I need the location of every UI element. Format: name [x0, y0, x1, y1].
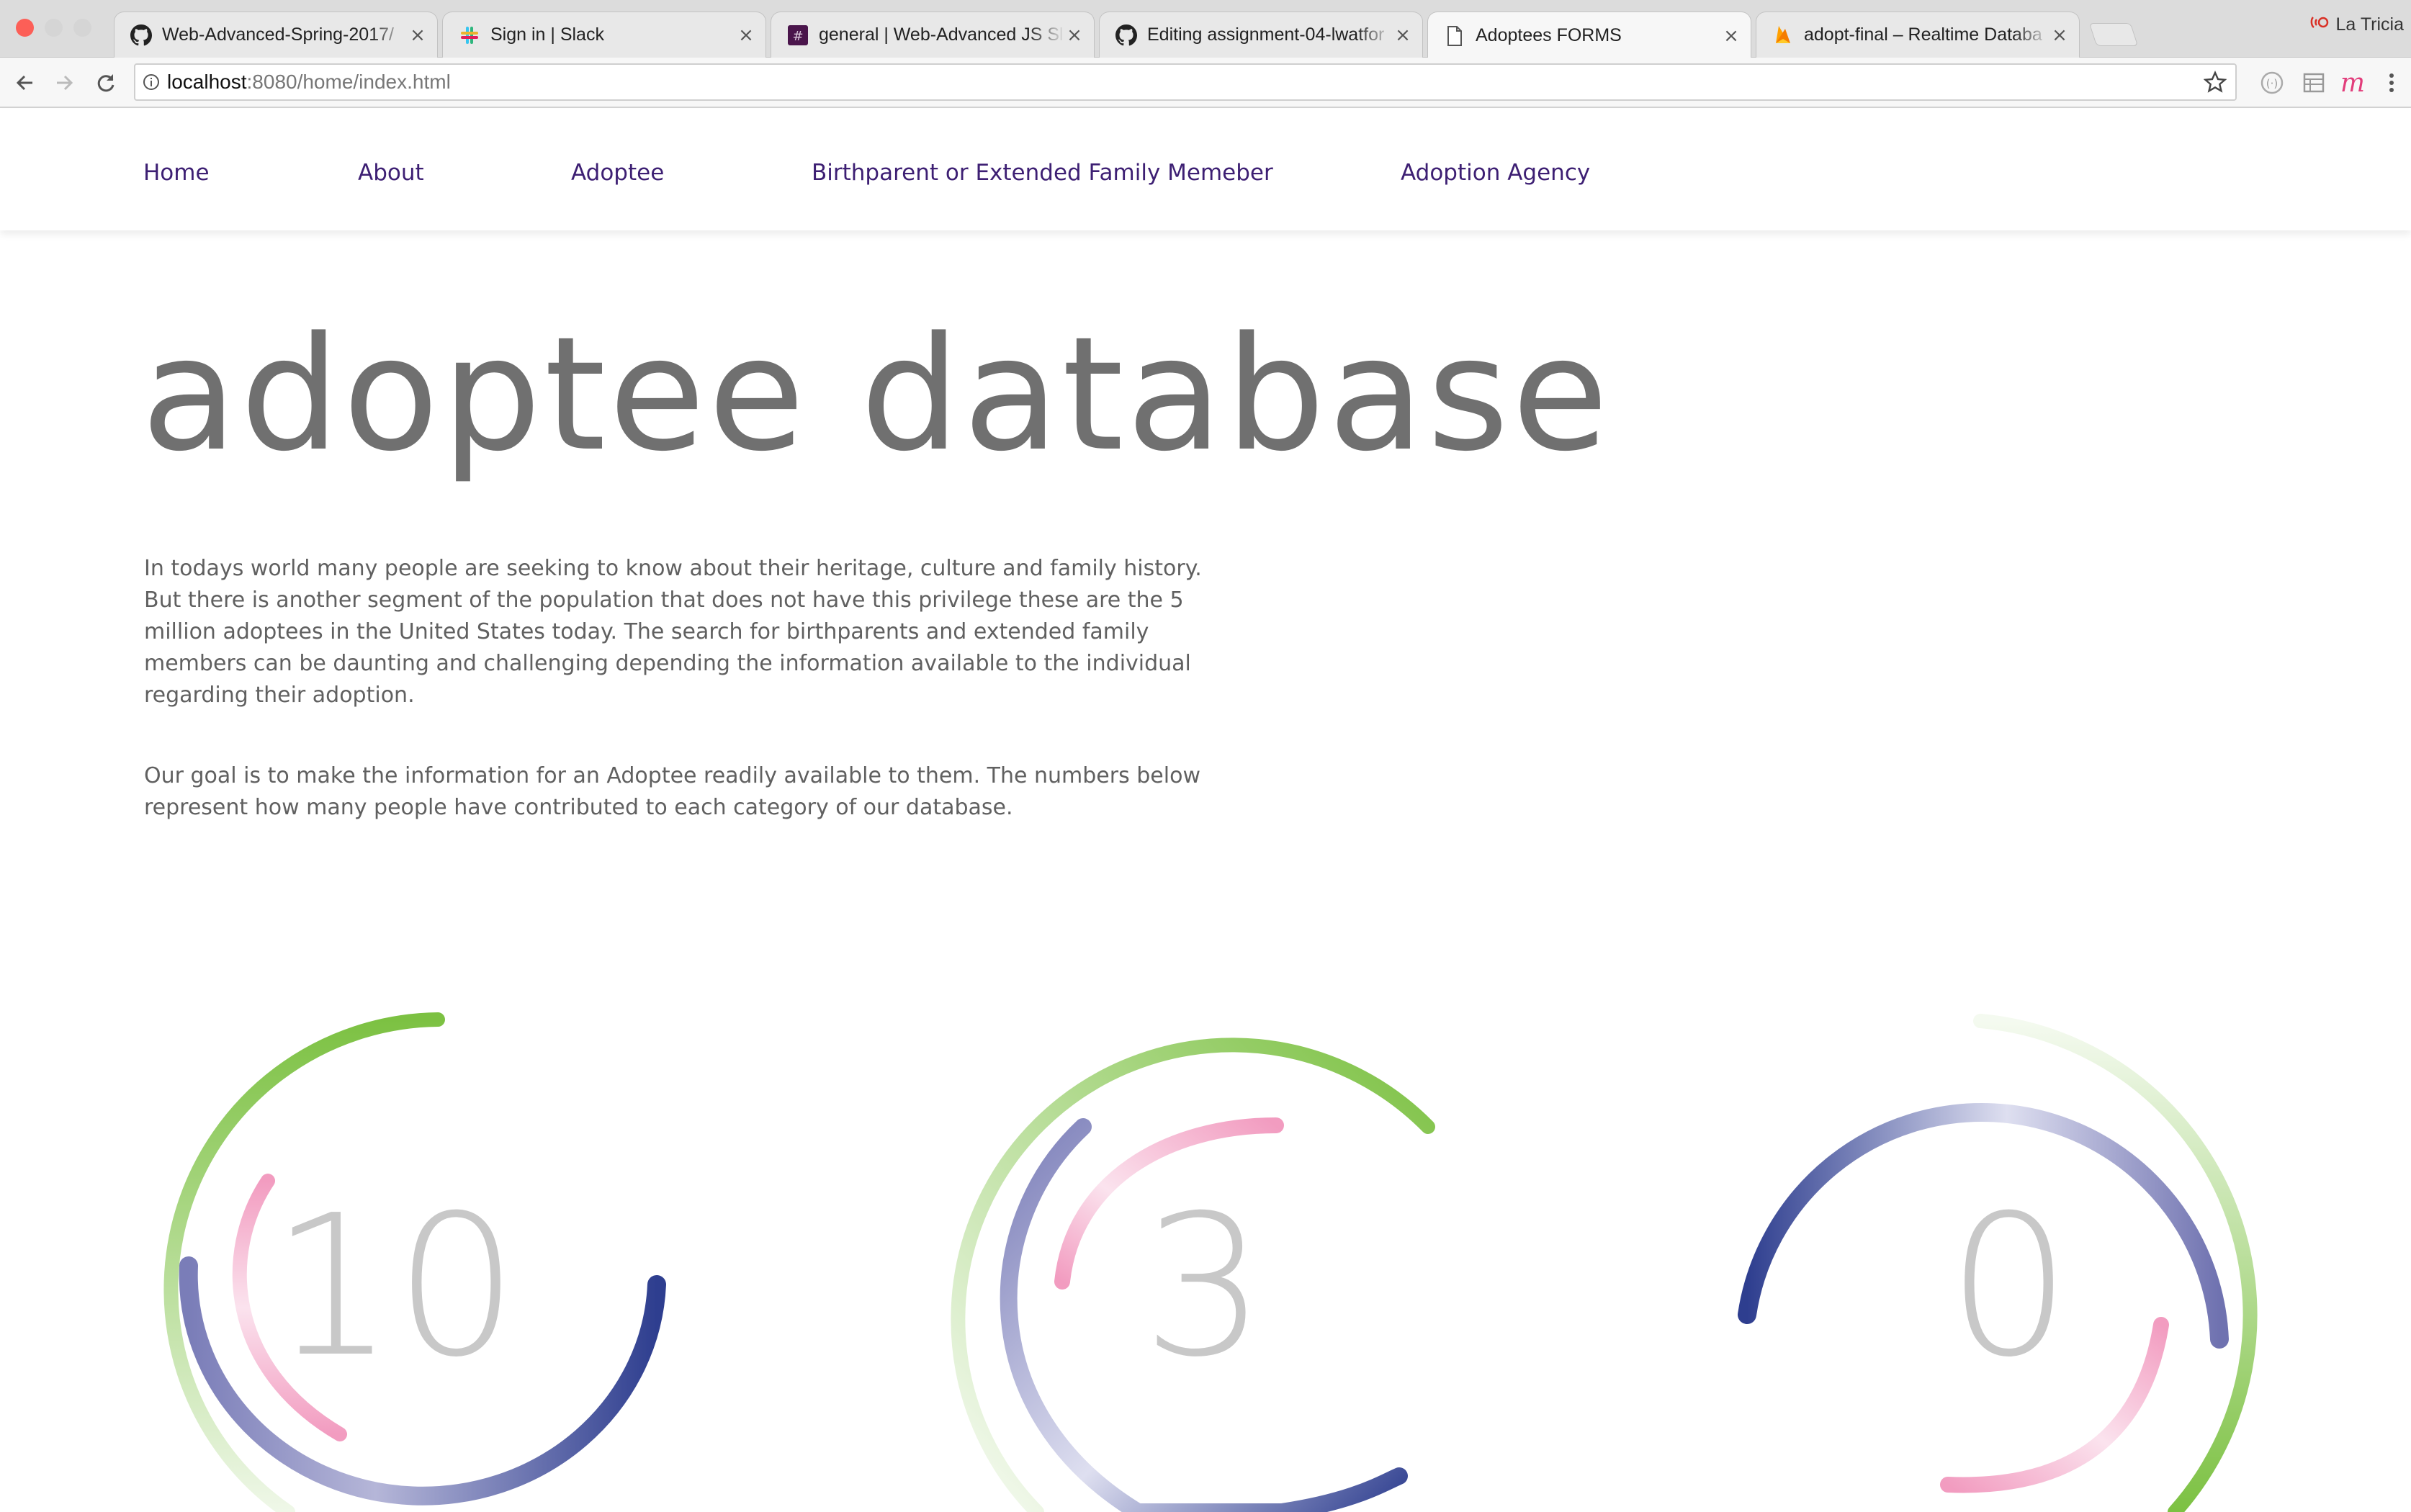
- back-arrow-icon: [16, 75, 32, 91]
- github-icon: [130, 24, 152, 46]
- browser-tab[interactable]: # general | Web-Advanced JS Sl ×: [771, 12, 1095, 58]
- browser-tab-active[interactable]: Adoptees FORMS ×: [1427, 12, 1751, 59]
- close-tab-icon[interactable]: ×: [2050, 24, 2069, 46]
- forward-button[interactable]: [48, 66, 81, 99]
- page-title: adoptee database: [141, 304, 1612, 486]
- url-path: :8080/home/index.html: [246, 71, 451, 93]
- close-tab-icon[interactable]: ×: [1722, 25, 1741, 47]
- reload-button[interactable]: [89, 66, 122, 99]
- counter-gauge: 0: [1738, 1014, 2258, 1512]
- profile-button[interactable]: La Tricia: [2310, 14, 2404, 35]
- nav-link-about[interactable]: About: [358, 160, 424, 186]
- zoom-window-icon[interactable]: [73, 19, 91, 37]
- nav-link-adoptee[interactable]: Adoptee: [571, 160, 664, 186]
- firebase-icon: [1772, 24, 1794, 46]
- tab-title: Sign in | Slack: [490, 24, 604, 45]
- profile-icon: [2310, 14, 2329, 35]
- close-tab-icon[interactable]: ×: [1393, 24, 1412, 46]
- slack-icon: [459, 24, 480, 46]
- forward-arrow-icon: [57, 75, 73, 91]
- close-tab-icon[interactable]: ×: [408, 24, 427, 46]
- site-info-icon[interactable]: [135, 73, 167, 91]
- page-icon: [1444, 25, 1465, 47]
- tab-title: general | Web-Advanced JS Sl: [819, 24, 1064, 45]
- tab-title: Editing assignment-04-lwatfor: [1147, 24, 1385, 45]
- tab-title: Web-Advanced-Spring-2017/: [162, 24, 394, 45]
- url-host: localhost: [167, 71, 247, 93]
- counter-gauge: 10: [163, 1012, 666, 1512]
- nav-link-adoption-agency[interactable]: Adoption Agency: [1401, 160, 1590, 186]
- counter-value: 10: [271, 1173, 518, 1400]
- site-navigation: Home About Adoptee Birthparent or Extend…: [0, 109, 2411, 230]
- browser-tab[interactable]: Editing assignment-04-lwatfor ×: [1099, 12, 1423, 58]
- browser-tab[interactable]: Web-Advanced-Spring-2017/ ×: [114, 12, 438, 58]
- address-bar[interactable]: localhost:8080/home/index.html: [134, 63, 2237, 101]
- intro-paragraph: In todays world many people are seeking …: [144, 556, 1202, 708]
- slack-channel-icon: #: [787, 24, 809, 46]
- menu-icon[interactable]: [2376, 68, 2407, 98]
- reader-extension-icon[interactable]: [2299, 68, 2329, 98]
- counter-value: 3: [1142, 1173, 1266, 1400]
- svg-text:(·): (·): [2266, 77, 2278, 90]
- minimize-window-icon[interactable]: [45, 19, 63, 37]
- close-window-icon[interactable]: [16, 19, 34, 37]
- counter-value: 0: [1947, 1173, 2071, 1400]
- browser-tab[interactable]: adopt-final – Realtime Databa ×: [1756, 12, 2080, 58]
- browser-tab[interactable]: Sign in | Slack ×: [442, 12, 766, 58]
- new-tab-button[interactable]: [2088, 23, 2139, 46]
- counter-gauges: 10 3 0: [163, 1012, 2258, 1512]
- tab-title: Adoptees FORMS: [1476, 25, 1622, 45]
- browser-toolbar: localhost:8080/home/index.html (·) m: [0, 58, 2411, 108]
- reload-icon: [97, 74, 115, 92]
- nav-link-birthparent[interactable]: Birthparent or Extended Family Memeber: [812, 160, 1273, 186]
- mail-extension-icon[interactable]: m: [2338, 68, 2368, 98]
- close-tab-icon[interactable]: ×: [737, 24, 755, 46]
- bookmark-star-icon[interactable]: [2203, 71, 2227, 96]
- counter-gauge: 3: [951, 1038, 1435, 1512]
- close-tab-icon[interactable]: ×: [1065, 24, 1084, 46]
- extension-icon[interactable]: (·): [2257, 68, 2287, 98]
- svg-text:#: #: [792, 29, 803, 44]
- browser-tab-strip: Web-Advanced-Spring-2017/ × Sign in | Sl…: [0, 0, 2411, 59]
- profile-name: La Tricia: [2335, 14, 2404, 35]
- back-button[interactable]: [9, 66, 42, 99]
- nav-link-home[interactable]: Home: [143, 160, 210, 186]
- github-icon: [1115, 24, 1137, 46]
- tab-title: adopt-final – Realtime Databa: [1804, 24, 2042, 45]
- goal-paragraph: Our goal is to make the information for …: [144, 763, 1200, 820]
